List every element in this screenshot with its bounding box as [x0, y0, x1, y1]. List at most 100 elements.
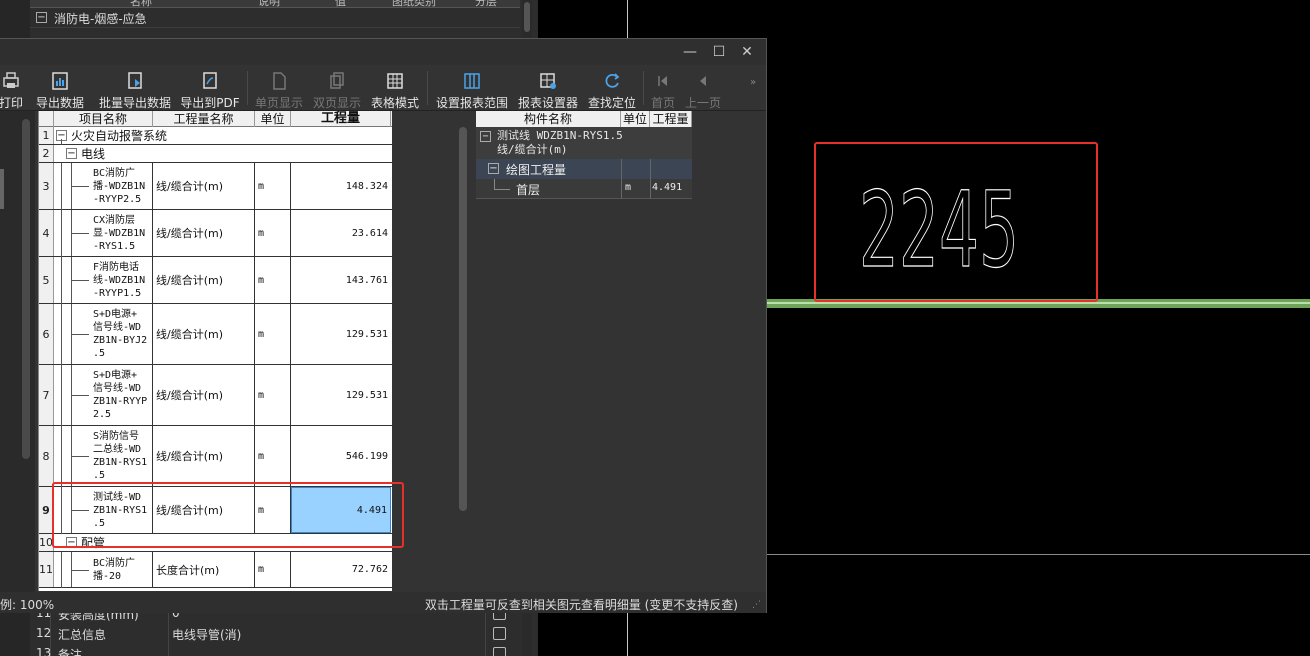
batch-export-button[interactable]: 批量导出数据: [96, 67, 174, 110]
property-row-label: 备注: [58, 648, 83, 656]
export-pdf-icon: [203, 72, 217, 89]
left-panel-scrollbar[interactable]: [22, 119, 30, 459]
table-row[interactable]: 6 S+D电源+ 信号线-WD ZB1N-BYJ2 .5 线/缆合计(m) m 129.…: [39, 304, 392, 365]
export-pdf-button[interactable]: 导出到PDF: [178, 67, 242, 110]
first-page-label: 首页: [650, 96, 675, 110]
collapse-icon[interactable]: −: [36, 12, 47, 23]
double-page-icon: [330, 72, 344, 89]
row-number: 3: [39, 163, 54, 209]
export-data-button[interactable]: 导出数据: [34, 67, 86, 110]
collapse-icon[interactable]: −: [480, 131, 491, 142]
quantity-name-cell: 线/缆合计(m): [153, 426, 255, 486]
properties-tree-row[interactable]: − 消防电-烟感-应急: [30, 8, 520, 28]
property-row-number: 13: [36, 646, 52, 656]
tree-line: [61, 426, 62, 487]
tree-line: [61, 163, 62, 210]
table-group-row[interactable]: 1− 火灾自动报警系统: [39, 127, 392, 145]
toolbar-overflow-icon[interactable]: »: [750, 77, 756, 88]
unit-cell: m: [255, 304, 291, 364]
table-row[interactable]: 11 BC消防广 播-20 长度合计(m) m 72.762: [39, 552, 392, 588]
single-page-button[interactable]: 单页显示: [252, 67, 306, 110]
selected-row-highlight: [52, 482, 404, 548]
quantity-cell[interactable]: 148.324: [291, 163, 391, 209]
detail-floor-quantity[interactable]: 4.491: [652, 182, 682, 193]
tree-row-label: 消防电-烟感-应急: [54, 12, 147, 26]
set-report-range-button[interactable]: 设置报表范围: [432, 67, 512, 110]
quantity-cell[interactable]: 129.531: [291, 304, 391, 364]
header-project-name[interactable]: 项目名称: [54, 111, 153, 127]
dialog-titlebar[interactable]: — ☐ ✕: [0, 39, 766, 65]
table-mode-label: 表格模式: [370, 96, 419, 110]
collapse-icon[interactable]: −: [66, 148, 77, 159]
detail-table-header: 构件名称 单位 工程量: [476, 111, 692, 127]
report-left-panel: [0, 111, 35, 592]
header-detail-unit[interactable]: 单位: [621, 111, 650, 127]
left-panel-marker: [0, 169, 4, 209]
detail-group-label: 绘图工程量: [506, 163, 567, 177]
find-locate-label: 查找定位: [587, 96, 636, 110]
table-row[interactable]: 5 F消防电话 线-WDZB1N -RYYP1.5 线/缆合计(m) m 143.761: [39, 257, 392, 304]
scrollbar-thumb[interactable]: [524, 2, 530, 32]
quantity-cell[interactable]: 143.761: [291, 257, 391, 303]
dialog-statusbar: 例: 100% 双击工程量可反查到相关图元查看明细量 (变更不支持反查) ⋰: [0, 592, 766, 613]
header-quantity[interactable]: 工程量: [291, 111, 391, 127]
cad-highlight-box: [814, 142, 1098, 302]
group-label: 火灾自动报警系统: [71, 129, 168, 143]
table-row[interactable]: 8 S消防信号 二总线-WD ZB1N-RYS1 .5 线/缆合计(m) m 546.1…: [39, 426, 392, 487]
report-settings-label: 报表设置器: [517, 96, 578, 110]
collapse-icon[interactable]: −: [488, 163, 499, 174]
locate-icon: [605, 73, 620, 88]
prev-page-button[interactable]: 上一页: [683, 67, 723, 110]
first-page-icon: [658, 76, 667, 86]
property-row-value[interactable]: 电线导管(消): [172, 626, 241, 643]
close-icon[interactable]: ✕: [737, 42, 757, 62]
property-row-13[interactable]: 13 备注: [30, 644, 538, 656]
detail-floor-row[interactable]: 首层 m 4.491: [476, 179, 692, 199]
header-detail-quantity[interactable]: 工程量: [650, 111, 692, 127]
cad-canvas[interactable]: [767, 0, 1310, 656]
unit-cell: m: [255, 163, 291, 209]
table-mode-button[interactable]: 表格模式: [368, 67, 422, 110]
table-scrollbar[interactable]: [459, 127, 467, 511]
name-cell: CX消防层 显-WDZB1N -RYS1.5: [81, 210, 153, 256]
table-group-row[interactable]: 2 − 电线: [39, 145, 392, 163]
print-button[interactable]: 打印: [0, 67, 28, 110]
maximize-icon[interactable]: ☐: [709, 42, 729, 62]
quantity-cell[interactable]: 72.762: [291, 552, 391, 587]
quantity-name-cell: 线/缆合计(m): [153, 257, 255, 303]
property-row-12[interactable]: 12 汇总信息 电线导管(消): [30, 624, 538, 644]
name-cell: F消防电话 线-WDZB1N -RYYP1.5: [81, 257, 153, 303]
quantity-name-cell: 线/缆合计(m): [153, 163, 255, 209]
tree-line: [61, 304, 62, 365]
header-unit[interactable]: 单位: [255, 111, 291, 127]
export-pdf-label: 导出到PDF: [180, 96, 240, 110]
property-row-checkbox[interactable]: [493, 647, 506, 656]
toolbar-separator: [643, 71, 644, 105]
header-component-name[interactable]: 构件名称: [476, 111, 621, 127]
name-cell: S+D电源+ 信号线-WD ZB1N-BYJ2 .5: [81, 304, 153, 364]
detail-group-row[interactable]: − 绘图工程量: [476, 159, 692, 179]
report-settings-button[interactable]: 报表设置器: [515, 67, 581, 110]
double-page-button[interactable]: 双页显示: [310, 67, 364, 110]
resize-grip-icon[interactable]: ⋰: [752, 600, 762, 610]
quantity-cell[interactable]: 546.199: [291, 426, 391, 486]
quantity-cell[interactable]: 23.614: [291, 210, 391, 256]
header-quantity-name[interactable]: 工程量名称: [153, 111, 255, 127]
row-number-header: [39, 111, 54, 127]
first-page-button[interactable]: 首页: [647, 67, 679, 110]
export-data-label: 导出数据: [35, 96, 84, 110]
quantity-cell[interactable]: 129.531: [291, 365, 391, 425]
detail-component-row[interactable]: − 测试线 WDZB1N-RYS1.5 线/缆合计(m): [476, 127, 692, 159]
find-locate-button[interactable]: 查找定位: [584, 67, 640, 110]
table-row[interactable]: 3 BC消防广 播-WDZB1N -RYYP2.5 线/缆合计(m) m 148.324: [39, 163, 392, 210]
property-row-checkbox[interactable]: [493, 627, 506, 640]
row-number: 11: [39, 552, 54, 587]
row-number: 8: [39, 426, 54, 486]
detail-floor-label: 首层: [516, 183, 541, 197]
row-number: 2: [39, 145, 54, 162]
report-table-header: 项目名称 工程量名称 单位 工程量: [39, 111, 392, 127]
single-page-label: 单页显示: [254, 96, 303, 110]
table-row[interactable]: 4 CX消防层 显-WDZB1N -RYS1.5 线/缆合计(m) m 23.614: [39, 210, 392, 257]
table-row[interactable]: 7 S+D电源+ 信号线-WD ZB1N-RYYP 2.5 线/缆合计(m) m 129…: [39, 365, 392, 426]
minimize-icon[interactable]: —: [680, 42, 700, 62]
